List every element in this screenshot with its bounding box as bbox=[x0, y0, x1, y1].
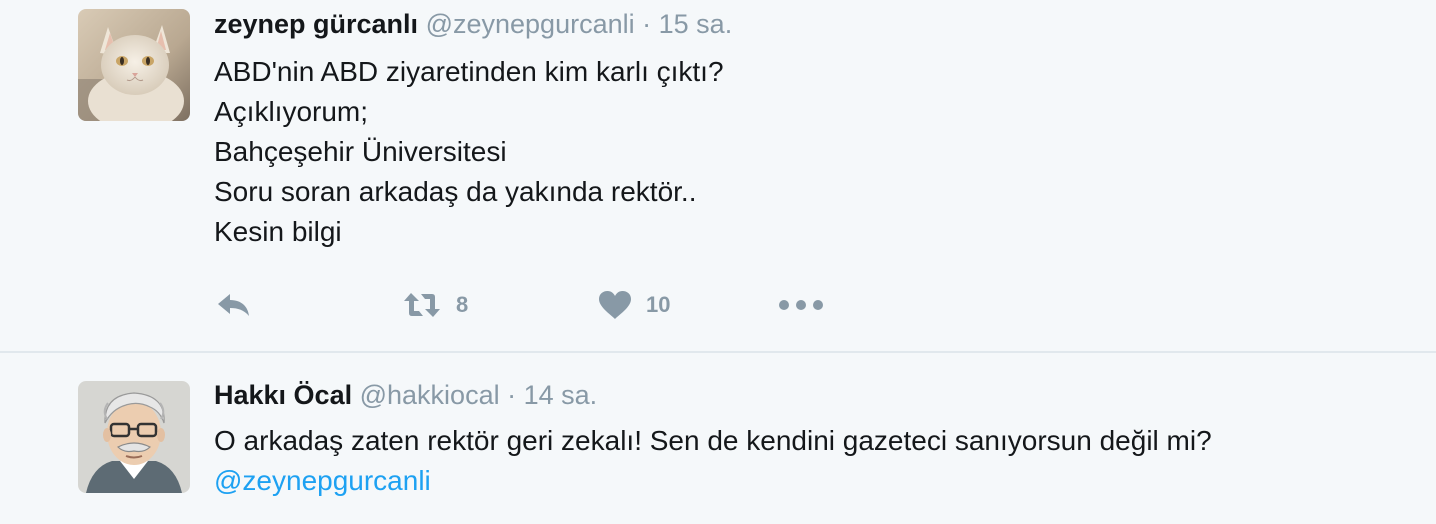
tweet-actions: 8 10 bbox=[214, 283, 914, 327]
author-handle[interactable]: @hakkiocal bbox=[360, 380, 500, 410]
reply-icon bbox=[216, 291, 252, 319]
tweet-text-line: O arkadaş zaten rektör geri zekalı! Sen … bbox=[214, 425, 1212, 456]
tweet-timestamp[interactable]: 15 sa. bbox=[659, 9, 733, 39]
tweet-text-line: ABD'nin ABD ziyaretinden kim karlı çıktı… bbox=[214, 56, 724, 87]
tweet-text-line: Kesin bilgi bbox=[214, 216, 342, 247]
author-name[interactable]: zeynep gürcanlı bbox=[214, 9, 418, 39]
mention-link[interactable]: @zeynepgurcanli bbox=[214, 461, 1416, 501]
tweet-text: ABD'nin ABD ziyaretinden kim karlı çıktı… bbox=[214, 52, 1416, 252]
tweet-text-line: Bahçeşehir Üniversitesi bbox=[214, 136, 507, 167]
tweet-text-line: Soru soran arkadaş da yakında rektör.. bbox=[214, 176, 697, 207]
tweet-header: Hakkı Öcal @hakkiocal · 14 sa. bbox=[214, 377, 1416, 413]
header-separator: · bbox=[642, 9, 652, 39]
like-count: 10 bbox=[646, 292, 671, 317]
tweet-header: zeynep gürcanlı @zeynepgurcanli · 15 sa. bbox=[214, 6, 1416, 42]
tweet-text: O arkadaş zaten rektör geri zekalı! Sen … bbox=[214, 421, 1416, 501]
tweet-content: Hakkı Öcal @hakkiocal · 14 sa. O arkadaş… bbox=[214, 377, 1416, 501]
heart-icon bbox=[598, 290, 632, 320]
tweet-content: zeynep gürcanlı @zeynepgurcanli · 15 sa.… bbox=[214, 6, 1416, 252]
tweet[interactable]: Hakkı Öcal @hakkiocal · 14 sa. O arkadaş… bbox=[0, 353, 1436, 524]
cartoon-man-avatar[interactable] bbox=[78, 381, 190, 493]
tweet-timestamp[interactable]: 14 sa. bbox=[524, 380, 598, 410]
header-separator: · bbox=[507, 380, 517, 410]
retweet-icon bbox=[402, 291, 442, 319]
tweet-text-line: Açıklıyorum; bbox=[214, 96, 369, 127]
retweet-button[interactable]: 8 bbox=[402, 283, 468, 327]
more-button[interactable] bbox=[778, 283, 824, 327]
reply-button[interactable] bbox=[216, 283, 252, 327]
timeline: zeynep gürcanlı @zeynepgurcanli · 15 sa.… bbox=[0, 0, 1436, 524]
author-handle[interactable]: @zeynepgurcanli bbox=[426, 9, 635, 39]
cat-avatar[interactable] bbox=[78, 9, 190, 121]
like-button[interactable]: 10 bbox=[598, 283, 670, 327]
retweet-count: 8 bbox=[456, 292, 469, 317]
tweet[interactable]: zeynep gürcanlı @zeynepgurcanli · 15 sa.… bbox=[0, 0, 1436, 352]
more-icon bbox=[778, 299, 824, 311]
author-name[interactable]: Hakkı Öcal bbox=[214, 380, 352, 410]
